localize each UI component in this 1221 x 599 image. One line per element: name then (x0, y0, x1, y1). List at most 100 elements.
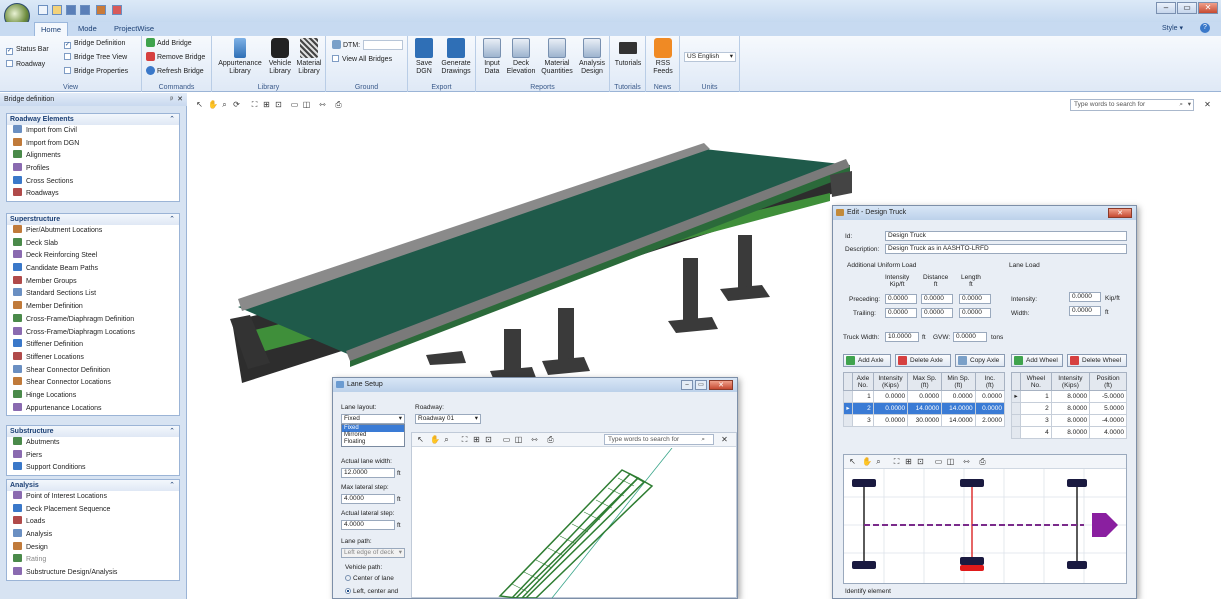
table-cell[interactable]: 8.0000 (1050, 390, 1091, 403)
sidebar-item[interactable]: Member Groups (7, 275, 179, 289)
left-center-radio[interactable]: Left, center and (345, 588, 398, 595)
table-cell[interactable]: 1 (1020, 390, 1052, 403)
sidebar-item[interactable]: Stiffener Locations (7, 351, 179, 365)
plan-view-icon[interactable]: ▭ (290, 100, 299, 109)
input-data-button[interactable]: Input Data (480, 38, 504, 76)
sidebar-item[interactable]: Analysis (7, 529, 179, 542)
section-header[interactable]: Superstructure (7, 214, 179, 225)
sidebar-item[interactable]: Shear Connector Definition (7, 364, 179, 378)
roadway-toggle[interactable]: Roadway (6, 59, 45, 70)
roadway-select[interactable]: Roadway 01 ▾ (415, 414, 481, 424)
table-cell[interactable]: 2.0000 (974, 414, 1006, 427)
description-field[interactable]: Design Truck as in AASHTO-LRFD (885, 244, 1127, 254)
sidebar-item[interactable]: Point of Interest Locations (7, 491, 179, 504)
add-axle-button[interactable]: Add Axle (843, 354, 891, 367)
sidebar-item[interactable]: Design (7, 541, 179, 555)
table-cell[interactable]: 14.0000 (907, 402, 943, 415)
measure-icon[interactable]: ⇿ (318, 100, 327, 109)
table-cell[interactable]: 14.0000 (941, 414, 976, 427)
tutorials-button[interactable]: Tutorials (612, 38, 644, 68)
zoom-all-icon[interactable]: ⊡ (274, 100, 283, 109)
table-cell[interactable]: 0.0000 (907, 390, 943, 403)
print-icon[interactable]: ⎙ (546, 435, 555, 444)
print-icon[interactable]: ⎙ (334, 100, 343, 109)
iso-view-icon[interactable]: ◫ (302, 100, 311, 109)
row-header[interactable] (843, 390, 853, 403)
bridge-properties-toggle[interactable]: Bridge Properties (64, 66, 128, 77)
vehicle-library-button[interactable]: Vehicle Library (266, 38, 294, 76)
add-bridge-button[interactable]: Add Bridge (146, 38, 192, 49)
column-header[interactable]: Intensity (Kips) (872, 372, 909, 391)
tab-projectwise[interactable]: ProjectWise (108, 22, 160, 36)
iso-view-icon[interactable]: ◫ (946, 457, 955, 466)
close-window-button[interactable]: ✕ (1198, 2, 1218, 14)
table-row[interactable]: 4 8.0000 4.0000 (1011, 426, 1127, 439)
max-lateral-step-field[interactable]: 4.0000 (341, 494, 395, 504)
zoom-window-icon[interactable]: ⊞ (472, 435, 481, 444)
table-cell[interactable]: -4.0000 (1089, 414, 1127, 427)
table-cell[interactable]: 0.0000 (872, 390, 909, 403)
copy-axle-button[interactable]: Copy Axle (955, 354, 1005, 367)
sidebar-item[interactable]: Cross-Frame/Diaphragm Definition (7, 313, 179, 327)
section-header[interactable]: Roadway Elements (7, 114, 179, 125)
table-row[interactable]: 2 8.0000 5.0000 (1011, 402, 1127, 415)
maximize-button[interactable]: ▭ (1177, 2, 1197, 14)
actual-lateral-step-field[interactable]: 4.0000 (341, 520, 395, 530)
maximize-dialog-button[interactable]: ▭ (695, 380, 707, 390)
sidebar-item[interactable]: Deck Placement Sequence (7, 503, 179, 517)
table-cell[interactable]: 4.0000 (1089, 426, 1127, 439)
save-icon[interactable] (66, 5, 76, 15)
actual-lane-width-field[interactable]: 12.0000 (341, 468, 395, 478)
plan-view-icon[interactable]: ▭ (502, 435, 511, 444)
trailing-distance-field[interactable]: 0.0000 (921, 308, 953, 318)
row-header[interactable] (1011, 414, 1021, 427)
zoom-icon[interactable]: ⌕ (220, 100, 229, 109)
generate-drawings-button[interactable]: Generate Drawings (438, 38, 474, 76)
table-cell[interactable]: 8.0000 (1050, 414, 1091, 427)
lane-layout-select[interactable]: Fixed ▾ (341, 414, 405, 424)
pan-icon[interactable]: ✋ (208, 100, 218, 109)
truck-plan-view[interactable]: ↖ ✋ ⌕ ⛶ ⊞ ⊡ ▭ ◫ ⇿ ⎙ (843, 454, 1127, 584)
minimize-dialog-button[interactable]: – (681, 380, 693, 390)
close-icon[interactable]: ✕ (720, 435, 729, 444)
select-icon[interactable]: ↖ (195, 100, 204, 109)
bridge-tree-view-toggle[interactable]: Bridge Tree View (64, 52, 127, 63)
sidebar-item[interactable]: Stiffener Definition (7, 339, 179, 352)
axle-table[interactable]: Axle No. Intensity (Kips) Max Sp. (ft) Min … (843, 372, 1006, 427)
id-field[interactable]: Design Truck (885, 231, 1127, 241)
style-menu[interactable]: Style ▾ (1162, 24, 1183, 32)
sidebar-item[interactable]: Pier/Abutment Locations (7, 225, 179, 238)
fit-view-icon[interactable]: ⛶ (250, 100, 259, 109)
rotate-icon[interactable]: ⟳ (232, 100, 241, 109)
material-library-button[interactable]: Material Library (294, 38, 324, 76)
column-header[interactable]: Min Sp. (ft) (941, 372, 976, 391)
sidebar-item[interactable]: Deck Reinforcing Steel (7, 250, 179, 263)
table-cell[interactable]: 3 (1020, 414, 1052, 427)
table-cell[interactable]: 0.0000 (872, 414, 909, 427)
sidebar-item[interactable]: Alignments (7, 150, 179, 163)
table-cell[interactable]: 0.0000 (974, 402, 1006, 415)
help-icon[interactable]: ? (1200, 23, 1210, 33)
sidebar-item[interactable]: Member Definition (7, 301, 179, 314)
lane-path-select[interactable]: Left edge of deck ▾ (341, 548, 405, 558)
bridge-icon[interactable] (96, 5, 106, 15)
table-cell[interactable]: 14.0000 (941, 402, 976, 415)
delete-axle-button[interactable]: Delete Axle (895, 354, 951, 367)
measure-icon[interactable]: ⇿ (962, 457, 971, 466)
tab-mode[interactable]: Mode (72, 22, 103, 36)
save-dgn-button[interactable]: Save DGN (412, 38, 436, 76)
pan-icon[interactable]: ✋ (862, 457, 872, 466)
close-doc-icon[interactable] (112, 5, 122, 15)
zoom-icon[interactable]: ⌕ (874, 457, 883, 466)
preceding-intensity-field[interactable]: 0.0000 (885, 294, 917, 304)
add-wheel-button[interactable]: Add Wheel (1011, 354, 1063, 367)
trailing-length-field[interactable]: 0.0000 (959, 308, 991, 318)
table-cell[interactable]: 3 (852, 414, 874, 427)
preceding-length-field[interactable]: 0.0000 (959, 294, 991, 304)
row-header[interactable]: ▸ (843, 402, 853, 415)
search-input[interactable]: Type words to search for ⌕ ▾ (1070, 99, 1194, 111)
table-cell[interactable]: 1 (852, 390, 874, 403)
table-cell[interactable]: 0.0000 (941, 390, 976, 403)
close-dialog-button[interactable]: ✕ (709, 380, 733, 390)
refresh-bridge-button[interactable]: Refresh Bridge (146, 66, 204, 77)
